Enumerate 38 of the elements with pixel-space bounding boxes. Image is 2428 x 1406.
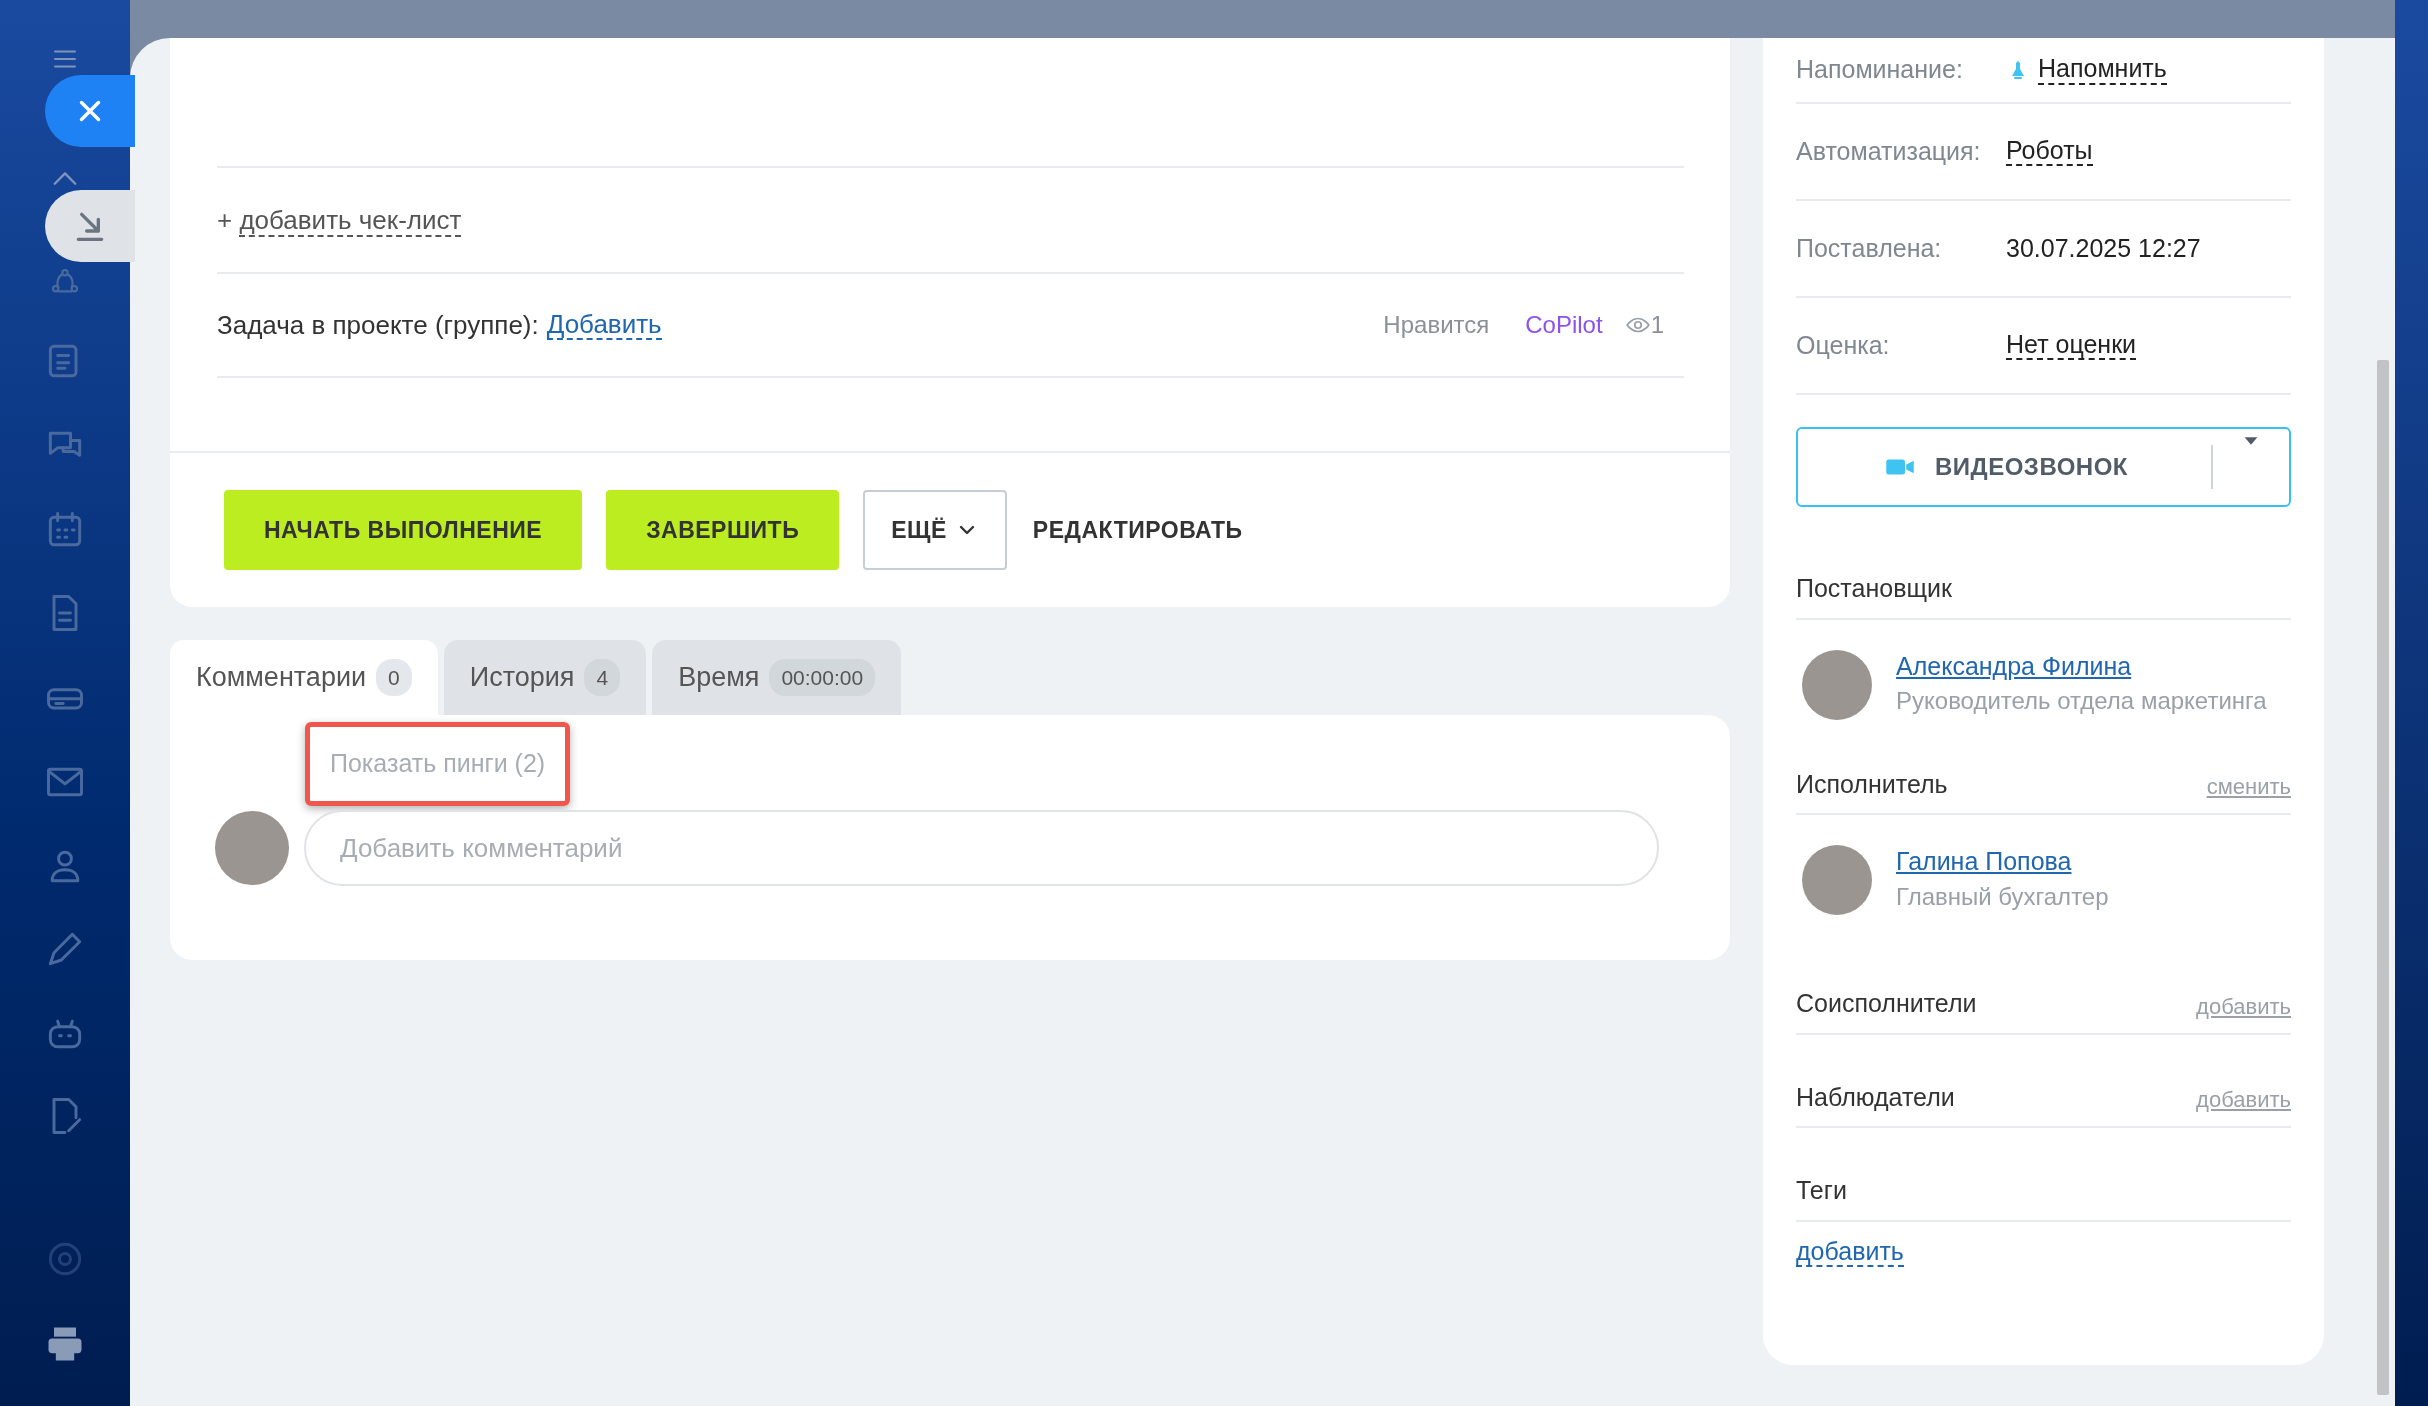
person-position: Руководитель отдела маркетинга xyxy=(1896,686,2267,716)
tab-counter: 00:00:00 xyxy=(769,658,876,697)
tab[interactable]: История 4 xyxy=(443,640,647,715)
field-label: Оценка: xyxy=(1796,329,1891,361)
field-label: Напоминание: xyxy=(1796,54,1964,86)
tab-counter: 0 xyxy=(376,658,412,697)
add-project-link[interactable]: Добавить xyxy=(546,309,662,341)
person-name-link[interactable]: Галина Попова xyxy=(1896,843,2109,881)
more-button[interactable]: ЕЩЁ xyxy=(863,490,1007,570)
section-title: Постановщик xyxy=(1796,573,1952,604)
tab[interactable]: Комментарии 0 xyxy=(170,640,438,715)
project-label: Задача в проекте (группе): xyxy=(217,308,539,342)
minimize-button[interactable] xyxy=(45,190,135,262)
field-link[interactable]: Роботы xyxy=(2006,136,2093,167)
reminder-link[interactable]: Напомнить xyxy=(2038,55,2167,85)
field-link[interactable]: Нет оценки xyxy=(2006,330,2137,361)
field-value: 30.07.2025 12:27 xyxy=(2006,232,2201,264)
field-label: Поставлена: xyxy=(1796,232,1943,264)
comment-field[interactable]: Добавить комментарий xyxy=(304,810,1659,886)
section-title: Соисполнители xyxy=(1796,988,1977,1019)
section-title: Исполнитель xyxy=(1796,768,1948,800)
action-button[interactable]: НАЧАТЬ ВЫПОЛНЕНИЕ xyxy=(224,490,583,570)
person-name-link[interactable]: Александра Филина xyxy=(1896,647,2267,685)
add-checklist-link[interactable]: + добавить чек-лист xyxy=(217,200,462,240)
action-button[interactable]: ЗАВЕРШИТЬ xyxy=(606,490,840,570)
add-tag-link[interactable]: добавить xyxy=(1796,1237,1904,1267)
edit-link[interactable]: РЕДАКТИРОВАТЬ xyxy=(1030,490,1245,570)
user-link[interactable]: CoPilot xyxy=(1525,307,1603,343)
tab[interactable]: Время 00:00:00 xyxy=(652,640,902,715)
close-button[interactable] xyxy=(45,75,135,147)
tab-counter: 4 xyxy=(584,658,621,697)
person-position: Главный бухгалтер xyxy=(1896,881,2109,912)
view-count: 1 xyxy=(1650,310,1664,340)
section-title: Наблюдатели xyxy=(1796,1081,1955,1113)
section-title: Теги xyxy=(1796,1175,1847,1206)
scrollbar[interactable] xyxy=(2377,360,2389,1395)
field-label: Автоматизация: xyxy=(1796,135,1982,167)
like-link[interactable]: Нравится xyxy=(1383,307,1490,343)
